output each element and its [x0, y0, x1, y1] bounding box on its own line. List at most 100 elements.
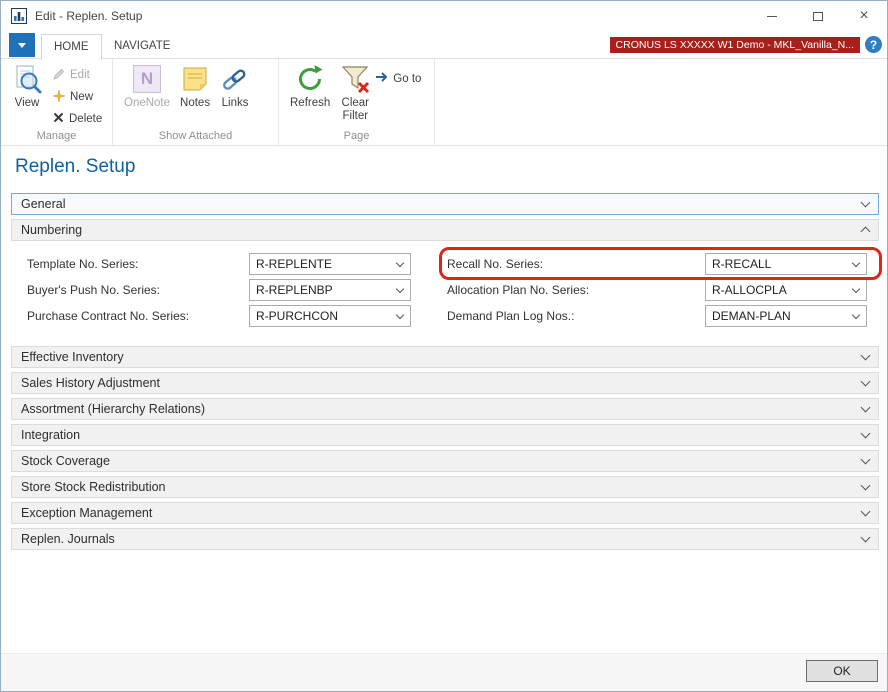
- section-label: Assortment (Hierarchy Relations): [21, 402, 205, 416]
- minimize-button[interactable]: [749, 1, 795, 31]
- onenote-button: N OneNote: [119, 62, 175, 112]
- ribbon-group-show-attached: N OneNote Notes: [113, 59, 279, 145]
- delete-x-icon: [53, 112, 64, 126]
- combobox-value: R-PURCHCON: [256, 309, 397, 323]
- combobox-allocation-plan-no-series[interactable]: R-ALLOCPLA: [705, 279, 867, 301]
- new-button-label: New: [70, 91, 93, 103]
- titlebar: Edit - Replen. Setup ×: [1, 1, 887, 31]
- group-label-page: Page: [279, 130, 434, 142]
- section-exception-management[interactable]: Exception Management: [11, 502, 879, 524]
- section-label: Store Stock Redistribution: [21, 480, 166, 494]
- maximize-icon: [813, 12, 823, 21]
- tab-home[interactable]: HOME: [41, 34, 102, 60]
- chevron-down-icon: [861, 455, 871, 465]
- section-numbering[interactable]: Numbering: [11, 219, 879, 241]
- application-menu-button[interactable]: [9, 33, 35, 57]
- maximize-button[interactable]: [795, 1, 841, 31]
- refresh-button[interactable]: Refresh: [285, 62, 335, 112]
- section-label: Integration: [21, 428, 80, 442]
- ribbon-tab-row: HOME NAVIGATE CRONUS LS XXXXX W1 Demo - …: [1, 31, 887, 59]
- section-general-label: General: [21, 197, 65, 211]
- chevron-down-icon: [852, 311, 860, 319]
- edit-button: Edit: [53, 67, 102, 83]
- clear-filter-funnel-icon: [340, 64, 370, 94]
- tab-navigate[interactable]: NAVIGATE: [102, 34, 182, 60]
- new-button[interactable]: New: [53, 89, 102, 105]
- section-sales-history-adjustment[interactable]: Sales History Adjustment: [11, 372, 879, 394]
- section-store-stock-redistribution[interactable]: Store Stock Redistribution: [11, 476, 879, 498]
- window-title: Edit - Replen. Setup: [35, 9, 142, 23]
- edit-button-label: Edit: [70, 69, 90, 81]
- chevron-down-icon: [396, 285, 404, 293]
- section-label: Replen. Journals: [21, 532, 115, 546]
- section-replen-journals[interactable]: Replen. Journals: [11, 528, 879, 550]
- combobox-value: R-REPLENBP: [256, 283, 397, 297]
- notes-button[interactable]: Notes: [175, 62, 215, 112]
- section-assortment-hierarchy-relations[interactable]: Assortment (Hierarchy Relations): [11, 398, 879, 420]
- field-label-purchase-contract-no-series: Purchase Contract No. Series:: [27, 305, 189, 327]
- chevron-down-icon: [852, 259, 860, 267]
- links-button[interactable]: Links: [215, 62, 255, 112]
- chevron-down-icon: [861, 377, 871, 387]
- field-label-allocation-plan-no-series: Allocation Plan No. Series:: [447, 279, 589, 301]
- chevron-down-icon: [18, 43, 26, 48]
- links-chain-icon: [220, 64, 250, 94]
- section-stock-coverage[interactable]: Stock Coverage: [11, 450, 879, 472]
- section-effective-inventory[interactable]: Effective Inventory: [11, 346, 879, 368]
- chevron-down-icon: [396, 259, 404, 267]
- delete-button[interactable]: Delete: [53, 111, 102, 127]
- section-label: Exception Management: [21, 506, 152, 520]
- view-button-label: View: [15, 97, 40, 110]
- close-button[interactable]: ×: [841, 1, 887, 31]
- minimize-icon: [767, 16, 777, 17]
- manage-small-buttons: Edit New Delete: [53, 62, 102, 127]
- app-chart-icon: [11, 8, 27, 24]
- notes-sticky-icon: [180, 64, 210, 94]
- field-label-recall-no-series: Recall No. Series:: [447, 253, 543, 275]
- section-label: Stock Coverage: [21, 454, 110, 468]
- ok-button[interactable]: OK: [806, 660, 878, 682]
- clear-filter-label-line2: Filter: [343, 110, 369, 123]
- ribbon-group-manage: View Edit New: [1, 59, 113, 145]
- section-numbering-label: Numbering: [21, 223, 82, 237]
- edit-pencil-icon: [53, 68, 65, 83]
- combobox-template-no-series[interactable]: R-REPLENTE: [249, 253, 411, 275]
- chevron-down-icon: [861, 198, 871, 208]
- help-button[interactable]: ?: [865, 36, 882, 53]
- clear-filter-button[interactable]: Clear Filter: [335, 62, 375, 125]
- combobox-buyers-push-no-series[interactable]: R-REPLENBP: [249, 279, 411, 301]
- section-integration[interactable]: Integration: [11, 424, 879, 446]
- footer-bar: [1, 653, 887, 691]
- window-controls: ×: [749, 1, 887, 31]
- section-general[interactable]: General: [11, 193, 879, 215]
- view-button[interactable]: View: [7, 62, 47, 112]
- goto-arrow-icon: [375, 70, 389, 87]
- goto-button[interactable]: Go to: [375, 70, 421, 87]
- refresh-button-label: Refresh: [290, 97, 330, 110]
- app-window: Edit - Replen. Setup × HOME NAVIGATE CRO…: [0, 0, 888, 692]
- chevron-down-icon: [396, 311, 404, 319]
- chevron-down-icon: [861, 507, 871, 517]
- combobox-demand-plan-log-nos[interactable]: DEMAN-PLAN: [705, 305, 867, 327]
- chevron-down-icon: [861, 481, 871, 491]
- clear-filter-label-line1: Clear: [342, 97, 369, 110]
- combobox-purchase-contract-no-series[interactable]: R-PURCHCON: [249, 305, 411, 327]
- section-label: Effective Inventory: [21, 350, 124, 364]
- notes-button-label: Notes: [180, 97, 210, 110]
- links-button-label: Links: [222, 97, 249, 110]
- combobox-value: R-RECALL: [712, 257, 853, 271]
- goto-button-label: Go to: [393, 73, 421, 85]
- chevron-down-icon: [861, 403, 871, 413]
- onenote-icon: N: [132, 64, 162, 94]
- combobox-value: R-REPLENTE: [256, 257, 397, 271]
- group-label-show-attached: Show Attached: [113, 130, 278, 142]
- chevron-down-icon: [861, 533, 871, 543]
- combobox-recall-no-series[interactable]: R-RECALL: [705, 253, 867, 275]
- section-label: Sales History Adjustment: [21, 376, 160, 390]
- combobox-value: DEMAN-PLAN: [712, 309, 853, 323]
- chevron-down-icon: [861, 351, 871, 361]
- field-label-template-no-series: Template No. Series:: [27, 253, 138, 275]
- new-star-icon: [53, 90, 65, 105]
- field-label-demand-plan-log-nos: Demand Plan Log Nos.:: [447, 305, 574, 327]
- page-title: Replen. Setup: [15, 156, 135, 178]
